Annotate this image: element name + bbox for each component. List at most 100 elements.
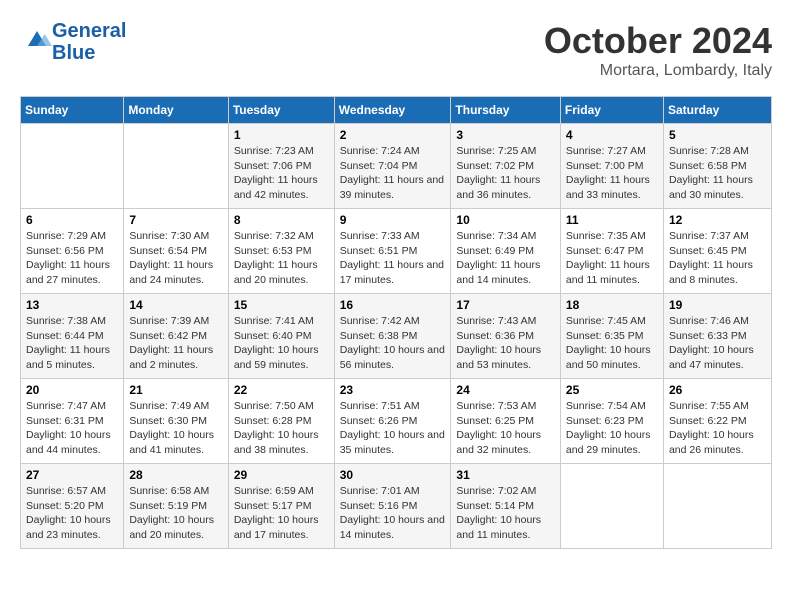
- day-number: 23: [340, 383, 446, 397]
- calendar-cell: 4 Sunrise: 7:27 AM Sunset: 7:00 PM Daylig…: [560, 124, 663, 209]
- day-number: 16: [340, 298, 446, 312]
- weekday-header-thursday: Thursday: [451, 97, 561, 124]
- day-info: Sunrise: 6:59 AM Sunset: 5:17 PM Dayligh…: [234, 484, 329, 543]
- day-number: 1: [234, 128, 329, 142]
- day-info: Sunrise: 7:43 AM Sunset: 6:36 PM Dayligh…: [456, 314, 555, 373]
- day-info: Sunrise: 7:53 AM Sunset: 6:25 PM Dayligh…: [456, 399, 555, 458]
- day-info: Sunrise: 7:50 AM Sunset: 6:28 PM Dayligh…: [234, 399, 329, 458]
- day-number: 31: [456, 468, 555, 482]
- day-info: Sunrise: 7:23 AM Sunset: 7:06 PM Dayligh…: [234, 144, 329, 203]
- weekday-header-sunday: Sunday: [21, 97, 124, 124]
- calendar-cell: 28Sunrise: 6:58 AM Sunset: 5:19 PM Dayli…: [124, 464, 228, 549]
- day-info: Sunrise: 7:32 AM Sunset: 6:53 PM Dayligh…: [234, 229, 329, 288]
- calendar-cell: [560, 464, 663, 549]
- day-info: Sunrise: 7:33 AM Sunset: 6:51 PM Dayligh…: [340, 229, 446, 288]
- day-number: 15: [234, 298, 329, 312]
- calendar-table: SundayMondayTuesdayWednesdayThursdayFrid…: [20, 96, 772, 549]
- calendar-cell: 16Sunrise: 7:42 AM Sunset: 6:38 PM Dayli…: [334, 294, 451, 379]
- calendar-cell: 20Sunrise: 7:47 AM Sunset: 6:31 PM Dayli…: [21, 379, 124, 464]
- day-info: Sunrise: 7:02 AM Sunset: 5:14 PM Dayligh…: [456, 484, 555, 543]
- calendar-cell: 29Sunrise: 6:59 AM Sunset: 5:17 PM Dayli…: [228, 464, 334, 549]
- calendar-cell: 6 Sunrise: 7:29 AM Sunset: 6:56 PM Daylig…: [21, 209, 124, 294]
- day-number: 22: [234, 383, 329, 397]
- day-number: 24: [456, 383, 555, 397]
- calendar-cell: 11 Sunrise: 7:35 AM Sunset: 6:47 PM Dayli…: [560, 209, 663, 294]
- calendar-week-2: 6 Sunrise: 7:29 AM Sunset: 6:56 PM Daylig…: [21, 209, 772, 294]
- calendar-cell: 12 Sunrise: 7:37 AM Sunset: 6:45 PM Dayli…: [663, 209, 771, 294]
- day-info: Sunrise: 7:28 AM Sunset: 6:58 PM Dayligh…: [669, 144, 766, 203]
- day-number: 25: [566, 383, 658, 397]
- day-info: Sunrise: 7:01 AM Sunset: 5:16 PM Dayligh…: [340, 484, 446, 543]
- calendar-cell: 7 Sunrise: 7:30 AM Sunset: 6:54 PM Daylig…: [124, 209, 228, 294]
- day-number: 13: [26, 298, 118, 312]
- day-number: 19: [669, 298, 766, 312]
- calendar-cell: 9 Sunrise: 7:33 AM Sunset: 6:51 PM Daylig…: [334, 209, 451, 294]
- day-info: Sunrise: 7:25 AM Sunset: 7:02 PM Dayligh…: [456, 144, 555, 203]
- day-number: 11: [566, 213, 658, 227]
- day-info: Sunrise: 7:34 AM Sunset: 6:49 PM Dayligh…: [456, 229, 555, 288]
- month-title: October 2024: [544, 20, 772, 62]
- calendar-cell: 18 Sunrise: 7:45 AM Sunset: 6:35 PM Dayli…: [560, 294, 663, 379]
- day-info: Sunrise: 7:37 AM Sunset: 6:45 PM Dayligh…: [669, 229, 766, 288]
- title-block: October 2024 Mortara, Lombardy, Italy: [544, 20, 772, 80]
- calendar-week-1: 1 Sunrise: 7:23 AM Sunset: 7:06 PM Daylig…: [21, 124, 772, 209]
- calendar-cell: 25Sunrise: 7:54 AM Sunset: 6:23 PM Dayli…: [560, 379, 663, 464]
- day-info: Sunrise: 7:38 AM Sunset: 6:44 PM Dayligh…: [26, 314, 118, 373]
- calendar-cell: [663, 464, 771, 549]
- day-info: Sunrise: 6:57 AM Sunset: 5:20 PM Dayligh…: [26, 484, 118, 543]
- calendar-cell: [21, 124, 124, 209]
- calendar-cell: 15Sunrise: 7:41 AM Sunset: 6:40 PM Dayli…: [228, 294, 334, 379]
- calendar-cell: 31 Sunrise: 7:02 AM Sunset: 5:14 PM Dayli…: [451, 464, 561, 549]
- day-number: 26: [669, 383, 766, 397]
- calendar-week-3: 13 Sunrise: 7:38 AM Sunset: 6:44 PM Dayli…: [21, 294, 772, 379]
- day-info: Sunrise: 7:27 AM Sunset: 7:00 PM Dayligh…: [566, 144, 658, 203]
- weekday-header-monday: Monday: [124, 97, 228, 124]
- calendar-cell: 19 Sunrise: 7:46 AM Sunset: 6:33 PM Dayli…: [663, 294, 771, 379]
- logo-text: General Blue: [52, 20, 126, 64]
- calendar-cell: 2 Sunrise: 7:24 AM Sunset: 7:04 PM Daylig…: [334, 124, 451, 209]
- day-number: 10: [456, 213, 555, 227]
- day-info: Sunrise: 7:29 AM Sunset: 6:56 PM Dayligh…: [26, 229, 118, 288]
- calendar-cell: 5 Sunrise: 7:28 AM Sunset: 6:58 PM Daylig…: [663, 124, 771, 209]
- calendar-header-row: SundayMondayTuesdayWednesdayThursdayFrid…: [21, 97, 772, 124]
- day-number: 3: [456, 128, 555, 142]
- day-number: 2: [340, 128, 446, 142]
- calendar-cell: 13 Sunrise: 7:38 AM Sunset: 6:44 PM Dayli…: [21, 294, 124, 379]
- day-number: 7: [129, 213, 222, 227]
- day-number: 6: [26, 213, 118, 227]
- day-info: Sunrise: 7:51 AM Sunset: 6:26 PM Dayligh…: [340, 399, 446, 458]
- calendar-cell: 8 Sunrise: 7:32 AM Sunset: 6:53 PM Daylig…: [228, 209, 334, 294]
- location-title: Mortara, Lombardy, Italy: [544, 62, 772, 80]
- weekday-header-friday: Friday: [560, 97, 663, 124]
- logo: General Blue: [20, 20, 126, 64]
- calendar-cell: 24 Sunrise: 7:53 AM Sunset: 6:25 PM Dayli…: [451, 379, 561, 464]
- calendar-cell: 22 Sunrise: 7:50 AM Sunset: 6:28 PM Dayli…: [228, 379, 334, 464]
- calendar-cell: [124, 124, 228, 209]
- calendar-cell: 3 Sunrise: 7:25 AM Sunset: 7:02 PM Daylig…: [451, 124, 561, 209]
- day-number: 12: [669, 213, 766, 227]
- calendar-cell: 23 Sunrise: 7:51 AM Sunset: 6:26 PM Dayli…: [334, 379, 451, 464]
- calendar-cell: 30Sunrise: 7:01 AM Sunset: 5:16 PM Dayli…: [334, 464, 451, 549]
- calendar-week-4: 20Sunrise: 7:47 AM Sunset: 6:31 PM Dayli…: [21, 379, 772, 464]
- calendar-cell: 21Sunrise: 7:49 AM Sunset: 6:30 PM Dayli…: [124, 379, 228, 464]
- calendar-cell: 1 Sunrise: 7:23 AM Sunset: 7:06 PM Daylig…: [228, 124, 334, 209]
- calendar-cell: 14 Sunrise: 7:39 AM Sunset: 6:42 PM Dayli…: [124, 294, 228, 379]
- day-number: 5: [669, 128, 766, 142]
- day-info: Sunrise: 7:46 AM Sunset: 6:33 PM Dayligh…: [669, 314, 766, 373]
- calendar-cell: 27Sunrise: 6:57 AM Sunset: 5:20 PM Dayli…: [21, 464, 124, 549]
- day-info: Sunrise: 7:35 AM Sunset: 6:47 PM Dayligh…: [566, 229, 658, 288]
- day-number: 14: [129, 298, 222, 312]
- day-number: 4: [566, 128, 658, 142]
- day-info: Sunrise: 7:30 AM Sunset: 6:54 PM Dayligh…: [129, 229, 222, 288]
- day-number: 18: [566, 298, 658, 312]
- weekday-header-tuesday: Tuesday: [228, 97, 334, 124]
- day-number: 8: [234, 213, 329, 227]
- calendar-body: 1 Sunrise: 7:23 AM Sunset: 7:06 PM Daylig…: [21, 124, 772, 549]
- logo-icon: [22, 28, 52, 52]
- day-number: 9: [340, 213, 446, 227]
- day-info: Sunrise: 7:39 AM Sunset: 6:42 PM Dayligh…: [129, 314, 222, 373]
- day-info: Sunrise: 7:24 AM Sunset: 7:04 PM Dayligh…: [340, 144, 446, 203]
- day-info: Sunrise: 7:45 AM Sunset: 6:35 PM Dayligh…: [566, 314, 658, 373]
- day-number: 21: [129, 383, 222, 397]
- calendar-cell: 17Sunrise: 7:43 AM Sunset: 6:36 PM Dayli…: [451, 294, 561, 379]
